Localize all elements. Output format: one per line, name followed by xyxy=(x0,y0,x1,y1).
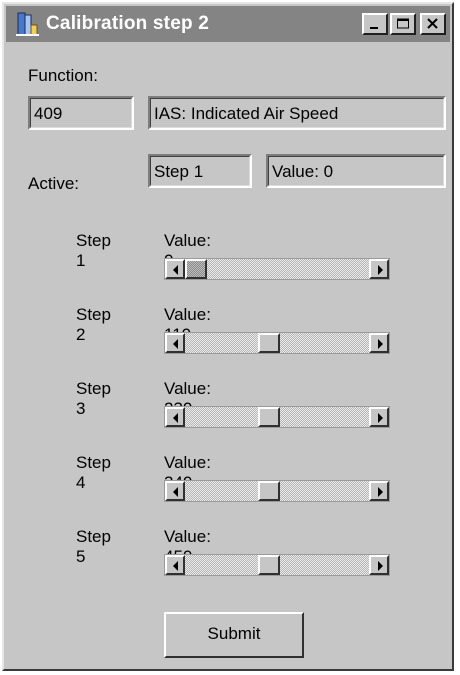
scroll-left-button[interactable] xyxy=(165,259,185,279)
minimize-icon xyxy=(370,27,378,29)
maximize-button[interactable] xyxy=(390,13,416,35)
function-label: Function: xyxy=(28,66,98,85)
arrow-left-icon xyxy=(173,413,178,423)
minimize-button[interactable] xyxy=(362,13,388,35)
maximize-icon xyxy=(397,18,409,29)
active-value-value: Value: 0 xyxy=(272,162,334,181)
step-label: Step 4 xyxy=(76,453,111,492)
arrow-left-icon xyxy=(173,561,178,571)
step-label: Step 1 xyxy=(76,231,111,270)
app-icon xyxy=(16,12,39,36)
function-code-value: 409 xyxy=(34,104,63,123)
step-label: Step 3 xyxy=(76,379,111,418)
function-description-value: IAS: Indicated Air Speed xyxy=(154,104,339,123)
scroll-right-button[interactable] xyxy=(369,481,389,501)
arrow-left-icon xyxy=(173,265,178,275)
step-label: Step 2 xyxy=(76,305,111,344)
slider-thumb[interactable] xyxy=(257,407,280,427)
slider-thumb[interactable] xyxy=(257,481,280,501)
active-value-field: Value: 0 xyxy=(266,154,446,188)
calibration-window: Calibration step 2 Function: 409 IAS: In… xyxy=(2,2,454,671)
function-description-field: IAS: Indicated Air Speed xyxy=(148,96,446,130)
slider-thumb[interactable] xyxy=(185,259,207,279)
close-icon xyxy=(427,18,438,29)
active-step-value: Step 1 xyxy=(154,162,204,181)
slider-thumb[interactable] xyxy=(257,333,280,353)
arrow-right-icon xyxy=(378,413,383,423)
scroll-right-button[interactable] xyxy=(369,333,389,353)
arrow-left-icon xyxy=(173,339,178,349)
step-1-slider[interactable] xyxy=(164,258,390,280)
scroll-left-button[interactable] xyxy=(165,407,185,427)
arrow-left-icon xyxy=(173,487,178,497)
submit-button[interactable]: Submit xyxy=(164,612,304,658)
scroll-left-button[interactable] xyxy=(165,333,185,353)
arrow-right-icon xyxy=(378,265,383,275)
window-title: Calibration step 2 xyxy=(46,13,210,34)
step-label: Step 5 xyxy=(76,527,111,566)
function-code-field: 409 xyxy=(28,96,134,130)
arrow-right-icon xyxy=(378,339,383,349)
slider-thumb[interactable] xyxy=(257,555,280,575)
scroll-right-button[interactable] xyxy=(369,555,389,575)
step-5-slider[interactable] xyxy=(164,554,390,576)
arrow-right-icon xyxy=(378,561,383,571)
scroll-left-button[interactable] xyxy=(165,555,185,575)
step-4-slider[interactable] xyxy=(164,480,390,502)
scroll-right-button[interactable] xyxy=(369,259,389,279)
title-bar[interactable]: Calibration step 2 xyxy=(6,6,450,42)
active-label: Active: xyxy=(28,174,80,193)
active-step-field: Step 1 xyxy=(148,154,252,188)
step-3-slider[interactable] xyxy=(164,406,390,428)
scroll-left-button[interactable] xyxy=(165,481,185,501)
step-2-slider[interactable] xyxy=(164,332,390,354)
close-button[interactable] xyxy=(420,13,446,35)
scroll-right-button[interactable] xyxy=(369,407,389,427)
arrow-right-icon xyxy=(378,487,383,497)
